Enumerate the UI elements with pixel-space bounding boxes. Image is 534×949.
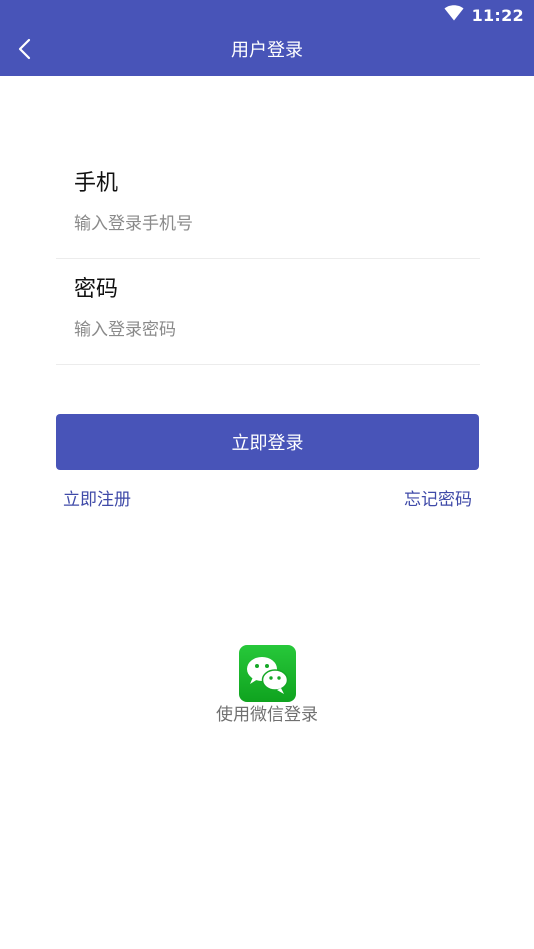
status-time: 11:22	[471, 5, 524, 25]
password-input[interactable]	[74, 316, 454, 344]
page-title: 用户登录	[231, 40, 303, 61]
wechat-icon[interactable]	[239, 645, 296, 702]
forgot-password-link[interactable]: 忘记密码	[404, 488, 472, 512]
phone-label: 手机	[74, 171, 119, 196]
login-button[interactable]: 立即登录	[56, 414, 479, 470]
password-label: 密码	[74, 277, 119, 302]
divider	[56, 258, 480, 259]
header-bar: 11:22 用户登录	[0, 0, 534, 76]
divider	[56, 364, 480, 365]
wifi-icon	[444, 5, 464, 25]
phone-input[interactable]	[74, 210, 454, 238]
wechat-login-label: 使用微信登录	[216, 705, 318, 725]
status-bar: 11:22	[444, 4, 524, 26]
register-link[interactable]: 立即注册	[63, 488, 131, 512]
password-field-group: 密码	[56, 276, 480, 356]
phone-field-group: 手机	[56, 170, 480, 250]
